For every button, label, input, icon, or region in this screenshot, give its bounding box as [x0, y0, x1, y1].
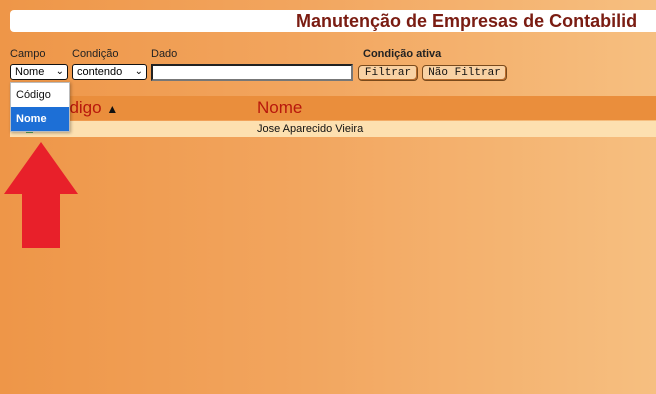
campo-select[interactable]: Nome ⌄ — [10, 64, 68, 80]
page-title: Manutenção de Empresas de Contabilid — [296, 11, 638, 31]
option-codigo[interactable]: Código — [11, 83, 69, 107]
chevron-down-icon: ⌄ — [134, 66, 143, 77]
condicao-label: Condição — [72, 48, 119, 60]
campo-dropdown-list: Código Nome — [10, 82, 70, 132]
dado-input[interactable] — [151, 64, 353, 81]
column-header-nome[interactable]: Nome — [257, 96, 302, 120]
campo-select-value: Nome — [15, 66, 45, 78]
dado-label: Dado — [151, 48, 178, 60]
nao-filtrar-button[interactable]: Não Filtrar — [422, 65, 507, 81]
option-nome[interactable]: Nome — [11, 107, 69, 131]
red-arrow-icon — [4, 142, 78, 248]
condicao-select-value: contendo — [77, 66, 123, 78]
sort-ascending-icon: ▲ — [106, 102, 119, 116]
campo-label: Campo — [10, 48, 46, 60]
filtrar-button[interactable]: Filtrar — [358, 65, 418, 81]
cell-nome: Jose Aparecido Vieira — [257, 123, 364, 135]
condicao-ativa-label: Condição ativa — [363, 48, 442, 60]
condicao-select[interactable]: contendo ⌄ — [72, 64, 147, 80]
chevron-down-icon: ⌄ — [55, 66, 64, 77]
